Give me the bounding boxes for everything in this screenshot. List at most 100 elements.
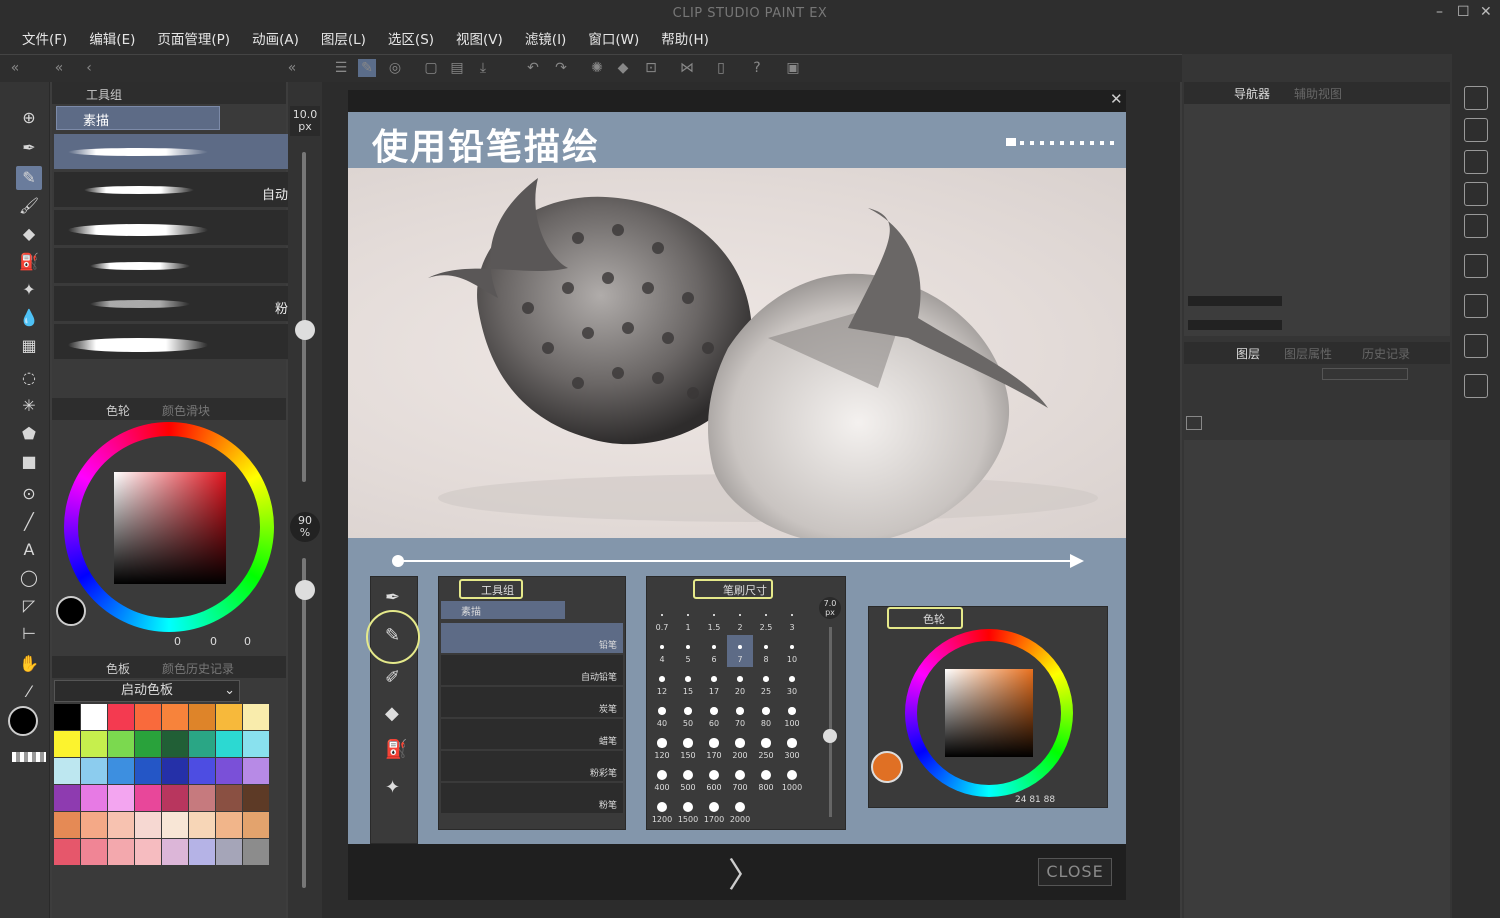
subtool-group-tab[interactable]: 素描 [56,106,220,130]
color-history-tab[interactable]: 颜色历史记录 [162,660,234,677]
current-color-chip[interactable] [56,596,86,626]
palette-swatch[interactable] [243,731,269,757]
palette-swatch[interactable] [81,839,107,865]
opacity-thumb[interactable] [295,580,315,600]
palette-swatch[interactable] [243,839,269,865]
palette-swatch[interactable] [81,785,107,811]
palette-swatch[interactable] [243,785,269,811]
screen-icon[interactable]: ▣ [784,59,802,77]
sparkle-icon[interactable]: ✦ [16,278,42,302]
layer-opacity-slider[interactable] [1322,368,1408,380]
magic-wand-icon[interactable]: ✳ [16,394,42,418]
palette-swatch[interactable] [81,812,107,838]
layers-icon[interactable] [1464,150,1488,174]
opacity-track[interactable] [302,558,306,888]
collapse-icon[interactable]: « [283,59,301,77]
person-icon[interactable] [1464,374,1488,398]
layer-search-icon[interactable] [1464,182,1488,206]
menu-edit[interactable]: 编辑(E) [89,28,135,54]
palette-swatch[interactable] [54,758,80,784]
frame-icon[interactable]: ◸ [16,594,42,618]
palette-swatch[interactable] [81,704,107,730]
navigator-rotate-slider[interactable] [1188,320,1282,330]
dialog-close-icon[interactable]: ✕ [1110,90,1123,108]
navigator-zoom-slider[interactable] [1188,296,1282,306]
palette-swatch[interactable] [135,812,161,838]
menu-layer[interactable]: 图层(L) [321,28,366,54]
sub-view-tab[interactable]: 辅助视图 [1294,85,1342,102]
image-icon[interactable] [1464,254,1488,278]
palette-swatch[interactable] [162,704,188,730]
palette-swatch[interactable] [108,758,134,784]
main-color-chip[interactable] [8,706,38,736]
palette-swatch[interactable] [54,839,80,865]
palette-swatch[interactable] [135,758,161,784]
color-wheel-tab[interactable]: 色轮 [106,402,130,419]
eraser-icon[interactable]: ◆ [16,222,42,246]
menu-filter[interactable]: 滤镜(I) [525,28,567,54]
palette-swatch[interactable] [162,812,188,838]
menu-file[interactable]: 文件(F) [22,28,67,54]
brush-size-track[interactable] [302,152,306,482]
undo-icon[interactable]: ↶ [524,59,542,77]
crop-icon[interactable]: ⊡ [642,59,660,77]
pencil-tool-icon[interactable]: ✎ [16,166,42,190]
pen-icon[interactable]: ✒ [16,136,42,160]
bucket-icon[interactable]: ⬟ [16,422,42,446]
grid-icon[interactable]: ▦ [16,334,42,358]
close-window-button[interactable]: ✕ [1480,4,1492,20]
open-folder-icon[interactable]: ▤ [448,59,466,77]
device-icon[interactable]: ▯ [712,59,730,77]
palette-swatch[interactable] [135,839,161,865]
swap-icon[interactable] [1464,214,1488,238]
eyedropper-icon[interactable]: ⁄ [16,680,42,704]
tool-group-tab[interactable]: 工具组 [86,86,122,103]
transparent-color-chip[interactable] [12,752,46,762]
brush-size-thumb[interactable] [295,320,315,340]
brush-item-auto-pencil[interactable]: 自动铅笔 [54,172,322,208]
palette-swatch[interactable] [135,704,161,730]
color-square[interactable] [114,472,226,584]
palette-swatch[interactable] [243,758,269,784]
layer-tab[interactable]: 图层 [1236,345,1260,362]
move-icon[interactable]: ⊕ [16,106,42,130]
menu-view[interactable]: 视图(V) [456,28,503,54]
navigator-tab[interactable]: 导航器 [1234,85,1270,102]
menu-help[interactable]: 帮助(H) [661,28,709,54]
color-slider-tab[interactable]: 颜色滑块 [162,402,210,419]
palette-swatch[interactable] [189,839,215,865]
hand-icon[interactable]: ✋ [16,652,42,676]
palette-swatch[interactable] [216,704,242,730]
loading-icon[interactable]: ✺ [588,59,606,77]
next-page-icon[interactable]: 〉 [728,848,762,897]
brush-item-crayon[interactable]: 蜡笔 [54,248,322,284]
palette-swatch[interactable] [108,704,134,730]
palette-swatch[interactable] [189,731,215,757]
maximize-button[interactable]: ☐ [1457,4,1470,20]
view-icon[interactable]: ◎ [386,59,404,77]
palette-swatch[interactable] [108,731,134,757]
palette-swatch[interactable] [243,704,269,730]
flip-icon[interactable]: ⋈ [678,59,696,77]
layer-list-icon[interactable] [1186,416,1202,430]
menu-page[interactable]: 页面管理(P) [157,28,230,54]
brush-item-charcoal[interactable]: 炭笔 [54,210,322,246]
history-tab[interactable]: 历史记录 [1362,345,1410,362]
palette-swatch[interactable] [54,704,80,730]
palette-swatch[interactable] [135,785,161,811]
palette-swatch[interactable] [189,704,215,730]
palette-swatch[interactable] [81,731,107,757]
menu-lines-icon[interactable]: ☰ [332,59,350,77]
help-icon[interactable]: ? [748,59,766,77]
palette-swatch[interactable] [216,758,242,784]
ruler-icon[interactable]: ⊢ [16,622,42,646]
palette-swatch[interactable] [189,785,215,811]
save-icon[interactable]: ⤓ [474,59,492,77]
menu-window[interactable]: 窗口(W) [588,28,639,54]
collapse-left-icon[interactable]: « [6,59,24,77]
palette-swatch[interactable] [81,758,107,784]
palette-swatch[interactable] [162,758,188,784]
palette-swatch[interactable] [108,839,134,865]
menu-animation[interactable]: 动画(A) [252,28,299,54]
redo-icon[interactable]: ↷ [552,59,570,77]
